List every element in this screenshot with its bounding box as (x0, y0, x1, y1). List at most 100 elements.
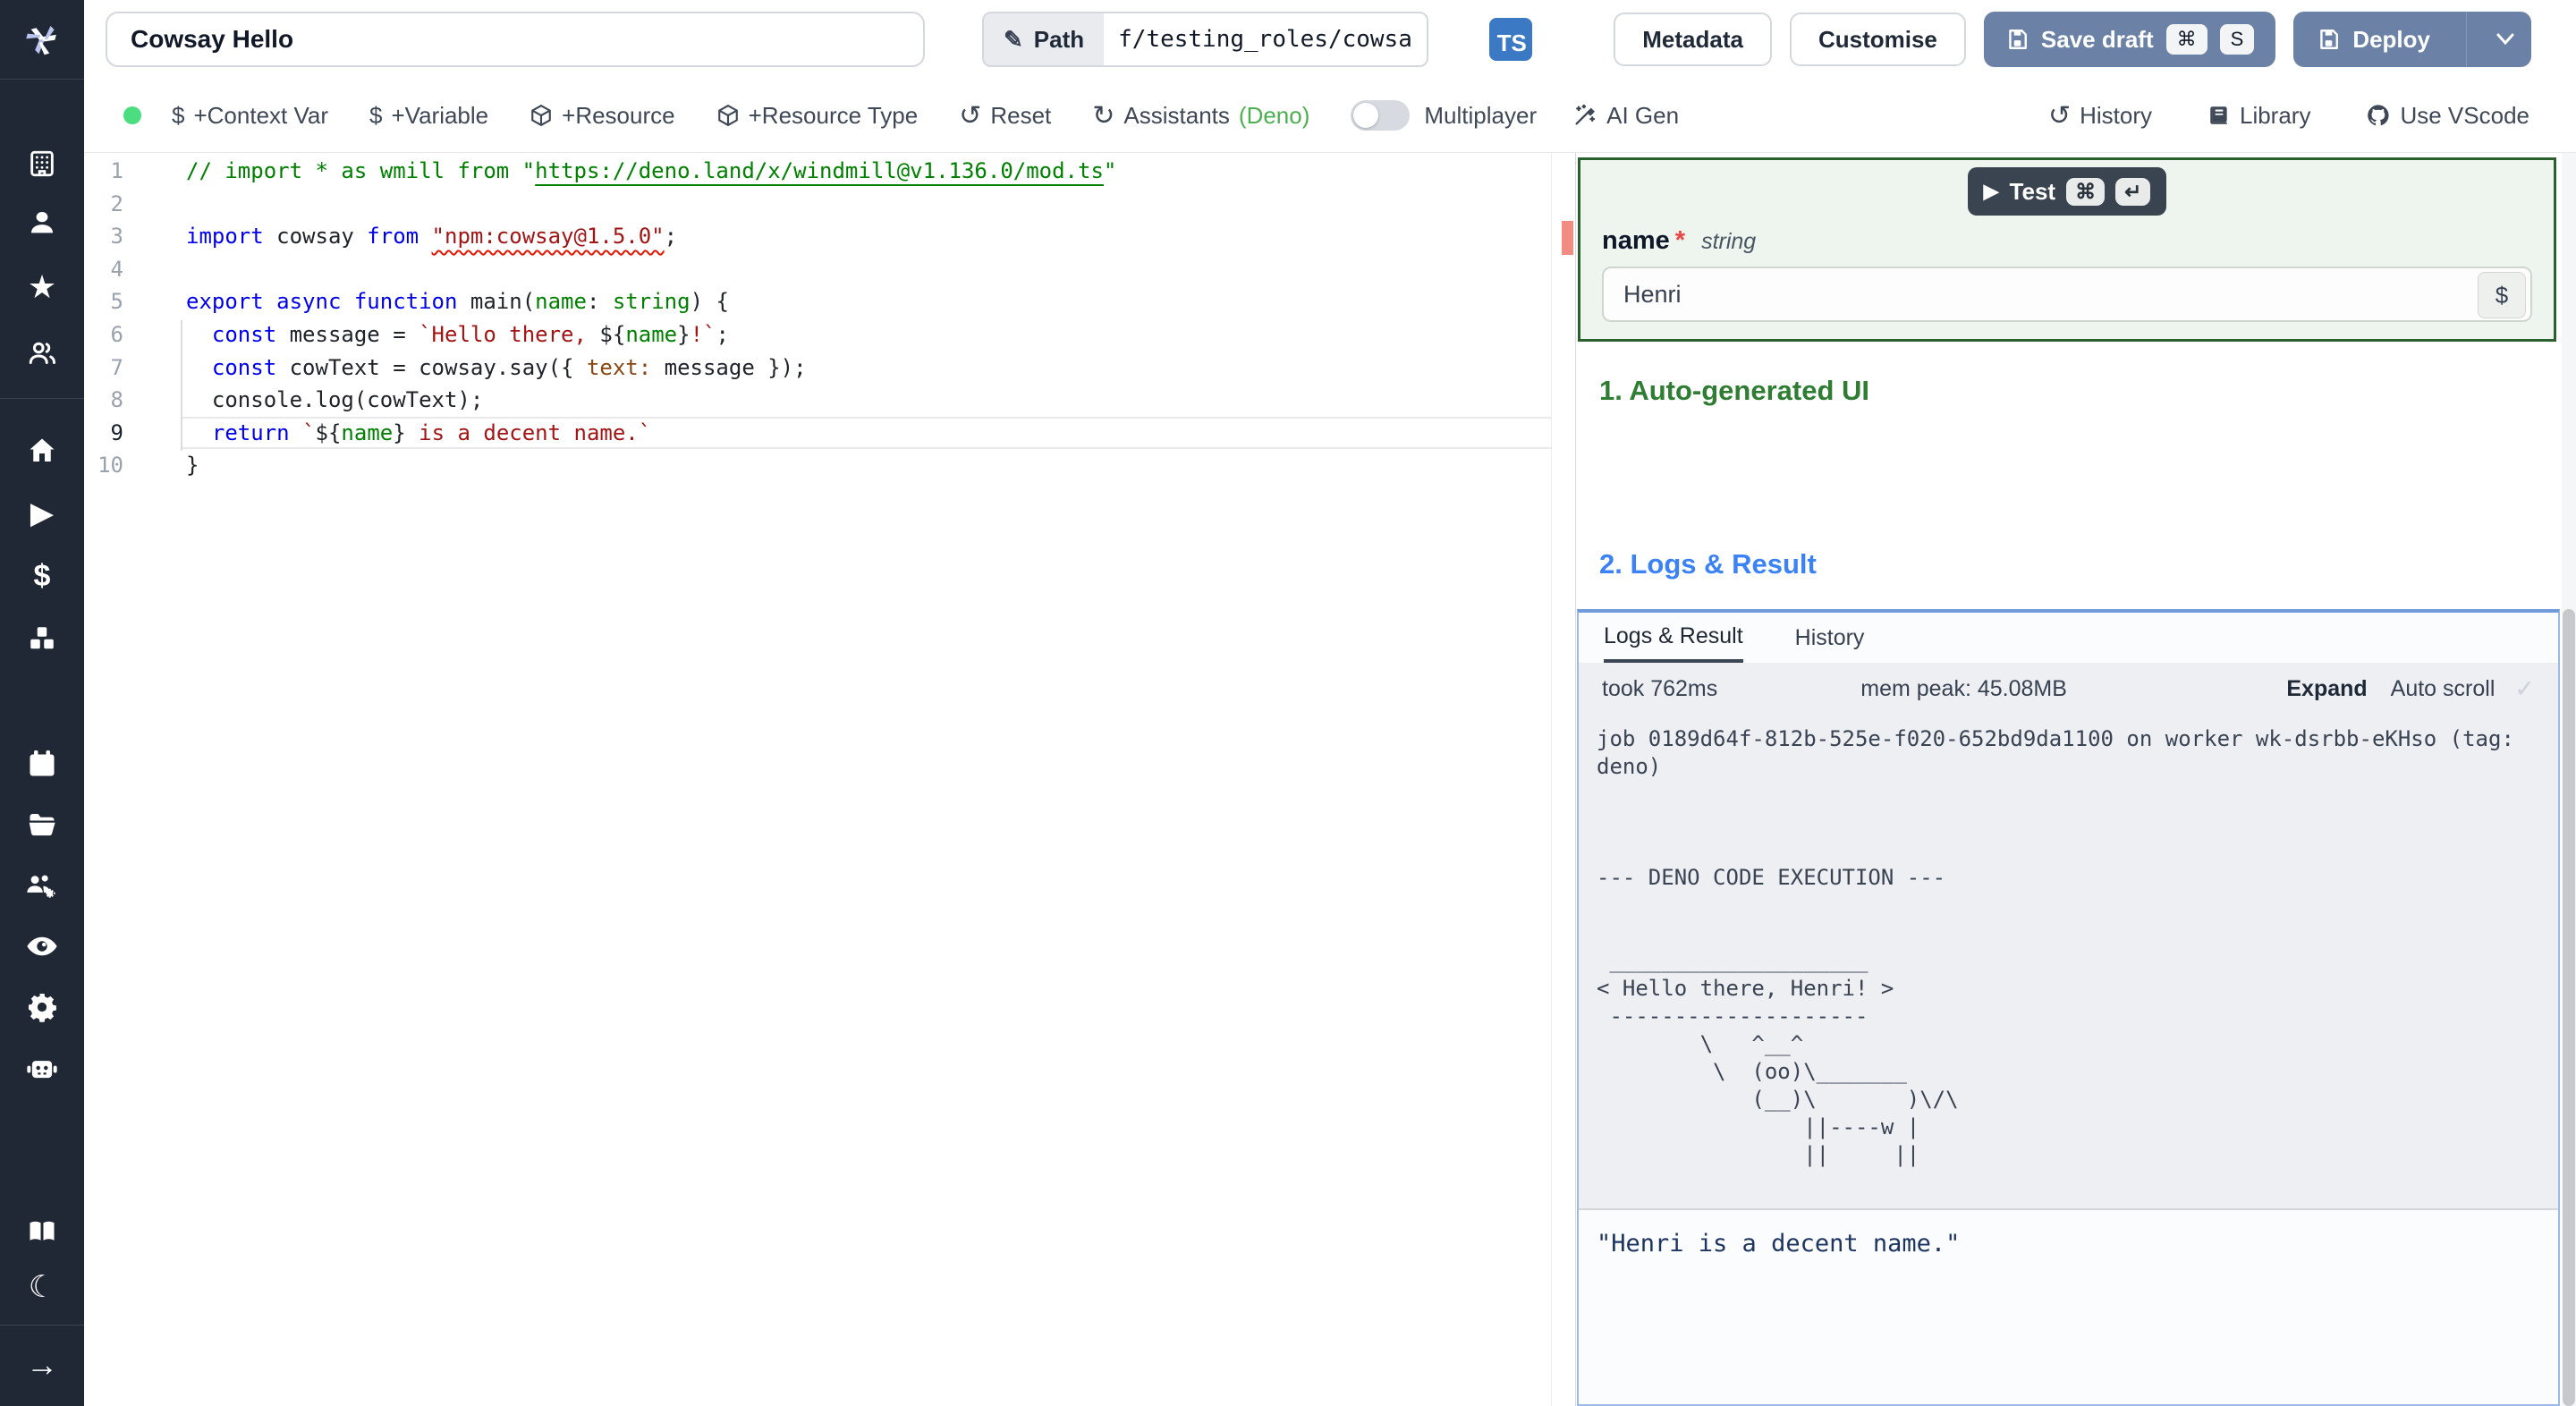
save-draft-button[interactable]: Save draft ⌘ S (1983, 12, 2276, 67)
ai-gen-label: AI Gen (1606, 101, 1680, 129)
took-label: took 762ms (1602, 675, 1718, 701)
library-button[interactable]: Library (2207, 102, 2310, 130)
users-icon[interactable] (21, 332, 64, 375)
line-number: 10 (97, 453, 123, 479)
play-icon[interactable]: ▶ (21, 492, 64, 535)
kbd-enter: ↵ (2115, 177, 2151, 206)
required-asterisk: * (1674, 226, 1686, 255)
building-icon[interactable] (21, 142, 64, 185)
logs-tabs: Logs & Result History (1579, 613, 2558, 663)
play-icon: ▶ (1983, 180, 1999, 202)
add-resource-type-label: +Resource Type (748, 101, 919, 129)
job-log-output: job 0189d64f-812b-525e-f020-652bd9da1100… (1597, 726, 2514, 1167)
history-label: History (2080, 101, 2152, 129)
code-line[interactable]: 7 const cowText = cowsay.say({ text: mes… (84, 352, 1575, 385)
package-icon (717, 104, 738, 127)
add-variable-button[interactable]: $ +Variable (369, 102, 488, 130)
preview-panel: ▶ Test ⌘ ↵ name * string $ 1. Auto-gener… (1576, 153, 2576, 1406)
add-resource-label: +Resource (562, 101, 675, 129)
library-label: Library (2239, 101, 2311, 129)
home-icon[interactable] (21, 429, 64, 472)
add-resource-type-button[interactable]: +Resource Type (716, 101, 919, 130)
line-number: 2 (110, 191, 123, 216)
code-line[interactable]: 2 (84, 188, 1575, 221)
users-gear-icon[interactable] (21, 864, 64, 907)
expand-button[interactable]: Expand (2286, 676, 2367, 702)
section-logs-result: 2. Logs & Result (1599, 548, 1817, 580)
package-icon (531, 104, 551, 127)
toggle-knob (1353, 103, 1379, 128)
deploy-button[interactable]: Deploy (2293, 12, 2531, 67)
indent-guide (181, 320, 182, 451)
args-box: ▶ Test ⌘ ↵ name * string $ (1578, 157, 2556, 342)
code-line[interactable]: 1// import * as wmill from "https://deno… (84, 155, 1575, 188)
assistants-button[interactable]: ↻ Assistants (Deno) (1092, 100, 1309, 131)
insert-variable-button[interactable]: $ (2478, 272, 2526, 318)
line-number: 9 (110, 419, 123, 445)
reset-icon: ↺ (959, 100, 982, 131)
folder-icon[interactable] (21, 803, 64, 846)
pencil-icon: ✎ (1004, 25, 1023, 53)
arg-name-input[interactable] (1602, 267, 2532, 322)
kbd-s: S (2219, 24, 2255, 55)
add-context-var-button[interactable]: $ +Context Var (172, 102, 328, 130)
metadata-button[interactable]: Metadata (1614, 13, 1772, 66)
github-icon (2368, 105, 2389, 126)
editor-toolbar: $ +Context Var $ +Variable +Resource +Re… (84, 79, 2576, 153)
dollar-icon: $ (172, 101, 185, 129)
path-value[interactable]: f/testing_roles/cowsa (1104, 13, 1427, 65)
tab-logs-result[interactable]: Logs & Result (1604, 613, 1743, 663)
dollar-icon: $ (369, 101, 383, 129)
code-line[interactable]: 10} (84, 449, 1575, 482)
line-number: 3 (110, 224, 123, 250)
save-icon (2320, 30, 2339, 49)
test-button[interactable]: ▶ Test ⌘ ↵ (1967, 167, 2167, 216)
dollar-icon[interactable]: $ (21, 555, 64, 597)
code-lines: 1// import * as wmill from "https://deno… (84, 155, 1575, 482)
add-resource-button[interactable]: +Resource (530, 101, 675, 130)
line-number: 1 (110, 158, 123, 183)
gear-icon[interactable] (21, 986, 64, 1029)
use-vscode-button[interactable]: Use VScode (2366, 102, 2529, 130)
windmill-logo[interactable] (0, 0, 84, 80)
book-icon[interactable] (21, 1210, 64, 1253)
refresh-icon: ↻ (1092, 100, 1115, 131)
deploy-dropdown-button[interactable] (2479, 12, 2531, 67)
customise-button[interactable]: Customise (1789, 13, 1966, 66)
script-title-input[interactable] (106, 12, 925, 67)
robot-icon[interactable] (21, 1046, 64, 1089)
multiplayer-label: Multiplayer (1424, 101, 1538, 129)
tab-history[interactable]: History (1795, 613, 1865, 663)
save-icon (2009, 30, 2027, 49)
moon-icon[interactable]: ☾ (21, 1266, 64, 1309)
code-line[interactable]: 5 export async function main(name: string… (84, 285, 1575, 318)
star-icon[interactable]: ★ (21, 266, 64, 309)
code-line[interactable]: 4 (84, 253, 1575, 286)
code-line[interactable]: 6 const message = `Hello there, ${name}!… (84, 318, 1575, 352)
cubes-icon[interactable] (21, 617, 64, 660)
line-number: 6 (110, 321, 123, 347)
magic-wand-icon (1575, 104, 1596, 125)
person-icon[interactable] (21, 201, 64, 244)
panel-scrollbar-thumb[interactable] (2563, 609, 2575, 1406)
code-editor[interactable]: 1// import * as wmill from "https://deno… (84, 153, 1576, 1406)
line-number: 4 (110, 256, 123, 282)
reset-button[interactable]: ↺ Reset (959, 100, 1051, 131)
code-line[interactable]: 8 console.log(cowText); (84, 384, 1575, 417)
calendar-icon[interactable] (21, 742, 64, 785)
history-icon: ↺ (2047, 100, 2072, 131)
sidebar: ★ ▶ $ ☾ → (0, 0, 84, 1406)
path-edit-button[interactable]: ✎ Path (984, 13, 1105, 65)
history-button[interactable]: ↺ History (2048, 100, 2152, 131)
line-number: 5 (110, 289, 123, 315)
auto-scroll-label[interactable]: Auto scroll (2391, 676, 2496, 702)
expand-sidebar-arrow-icon[interactable]: → (21, 1343, 64, 1386)
eye-icon[interactable] (21, 925, 64, 968)
code-line[interactable]: 9 return `${name} is a decent name.` (84, 416, 1575, 450)
library-icon (2210, 106, 2227, 124)
multiplayer-toggle[interactable] (1351, 100, 1411, 131)
mem-peak-label: mem peak: 45.08MB (1860, 675, 2067, 701)
ai-gen-button[interactable]: AI Gen (1572, 102, 1679, 130)
arg-type-label: string (1701, 229, 1757, 254)
code-line[interactable]: 3 import cowsay from "npm:cowsay@1.5.0"; (84, 220, 1575, 253)
